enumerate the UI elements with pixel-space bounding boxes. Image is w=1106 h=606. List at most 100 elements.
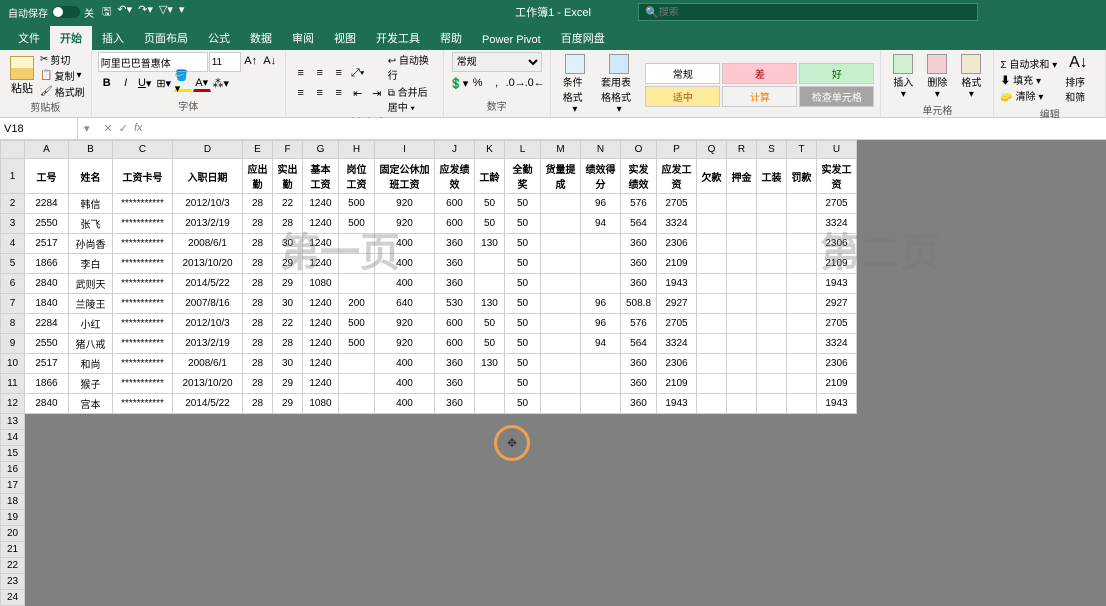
col-header-M[interactable]: M [541,141,581,159]
filter-icon[interactable]: ▽▾ [159,3,173,22]
cell[interactable] [541,254,581,274]
cell[interactable]: 130 [475,234,505,254]
col-header-D[interactable]: D [173,141,243,159]
cell[interactable] [581,354,621,374]
cell[interactable]: 28 [243,294,273,314]
cell[interactable]: 1240 [303,374,339,394]
cell[interactable]: 1080 [303,274,339,294]
cell[interactable]: 2109 [817,374,857,394]
cell[interactable] [727,214,757,234]
cell[interactable]: 50 [505,334,541,354]
cell[interactable]: 50 [505,294,541,314]
cell[interactable] [727,194,757,214]
cell[interactable]: 50 [505,274,541,294]
cell[interactable] [757,194,787,214]
cell[interactable]: 360 [435,394,475,414]
cell[interactable] [787,194,817,214]
cell[interactable]: 姓名 [69,159,113,194]
cell[interactable]: 28 [243,314,273,334]
col-header-B[interactable]: B [69,141,113,159]
cell[interactable]: 工龄 [475,159,505,194]
tab-开发工具[interactable]: 开发工具 [366,26,430,50]
cell[interactable]: 29 [273,274,303,294]
cell[interactable] [787,374,817,394]
cell[interactable]: 2284 [25,314,69,334]
cell[interactable] [787,334,817,354]
cell[interactable] [727,354,757,374]
align-right-icon[interactable]: ≡ [330,84,348,102]
cell[interactable] [339,254,375,274]
cell[interactable]: 小红 [69,314,113,334]
row-header-5[interactable]: 5 [1,254,25,274]
cell[interactable]: 28 [243,254,273,274]
cell[interactable]: 28 [243,274,273,294]
cell[interactable]: 2013/2/19 [173,214,243,234]
cell[interactable]: 640 [375,294,435,314]
cell[interactable]: 实发工资 [817,159,857,194]
increase-indent-icon[interactable]: ⇥ [368,84,386,102]
cell[interactable]: 360 [435,274,475,294]
cell[interactable]: 360 [621,374,657,394]
col-header-U[interactable]: U [817,141,857,159]
cell[interactable]: 920 [375,194,435,214]
style-normal[interactable]: 常规 [645,63,720,84]
col-header-F[interactable]: F [273,141,303,159]
format-cells-button[interactable]: 格式▾ [955,52,987,102]
cell[interactable]: 应发工资 [657,159,697,194]
cell[interactable] [475,394,505,414]
cell[interactable]: 400 [375,254,435,274]
bold-button[interactable]: B [98,74,116,92]
cell[interactable]: 实出勤 [273,159,303,194]
cancel-formula-icon[interactable]: ✕ [104,122,113,135]
cell[interactable]: 罚款 [787,159,817,194]
cell[interactable]: 22 [273,194,303,214]
cell[interactable]: 兰陵王 [69,294,113,314]
tab-审阅[interactable]: 审阅 [282,26,324,50]
cut-button[interactable]: ✂ 剪切 [40,52,85,67]
cell[interactable]: 1240 [303,294,339,314]
cell[interactable]: 360 [621,394,657,414]
cell[interactable]: 基本工资 [303,159,339,194]
cell[interactable]: *********** [113,194,173,214]
cell[interactable] [581,254,621,274]
row-header-11[interactable]: 11 [1,374,25,394]
cell[interactable]: 2306 [657,234,697,254]
cell[interactable]: 500 [339,214,375,234]
cell[interactable]: 1240 [303,234,339,254]
tab-帮助[interactable]: 帮助 [430,26,472,50]
cell[interactable]: 500 [339,314,375,334]
cell[interactable]: 工装 [757,159,787,194]
cell[interactable]: 360 [435,354,475,374]
row-header-6[interactable]: 6 [1,274,25,294]
cell[interactable] [757,294,787,314]
fill-color-button[interactable]: 🪣▾ [174,74,192,92]
cell[interactable]: 1840 [25,294,69,314]
increase-font-icon[interactable]: A↑ [242,52,260,70]
col-header-L[interactable]: L [505,141,541,159]
increase-decimal-icon[interactable]: .0→ [507,74,525,92]
sort-filter-button[interactable]: A↓排序和筛 [1059,52,1099,106]
cell[interactable] [541,214,581,234]
cell[interactable]: 50 [505,394,541,414]
cell[interactable]: 508.8 [621,294,657,314]
align-left-icon[interactable]: ≡ [292,84,310,102]
number-format-select[interactable]: 常规 [452,52,542,72]
cell[interactable]: 96 [581,314,621,334]
cell[interactable]: 130 [475,354,505,374]
clear-button[interactable]: 🧽 清除 ▾ [1000,88,1057,103]
tab-Power Pivot[interactable]: Power Pivot [472,30,551,50]
row-header-14[interactable]: 14 [1,430,25,446]
cell[interactable]: 押金 [727,159,757,194]
cell[interactable]: 固定公休加班工资 [375,159,435,194]
cell[interactable] [697,194,727,214]
cell[interactable] [787,274,817,294]
cell[interactable] [787,314,817,334]
row-header-1[interactable]: 1 [1,159,25,194]
cell[interactable]: 2705 [817,314,857,334]
tab-开始[interactable]: 开始 [50,26,92,50]
row-header-2[interactable]: 2 [1,194,25,214]
cell[interactable]: 50 [475,334,505,354]
cell[interactable]: 400 [375,354,435,374]
cell[interactable]: 28 [273,334,303,354]
cell[interactable]: 96 [581,294,621,314]
